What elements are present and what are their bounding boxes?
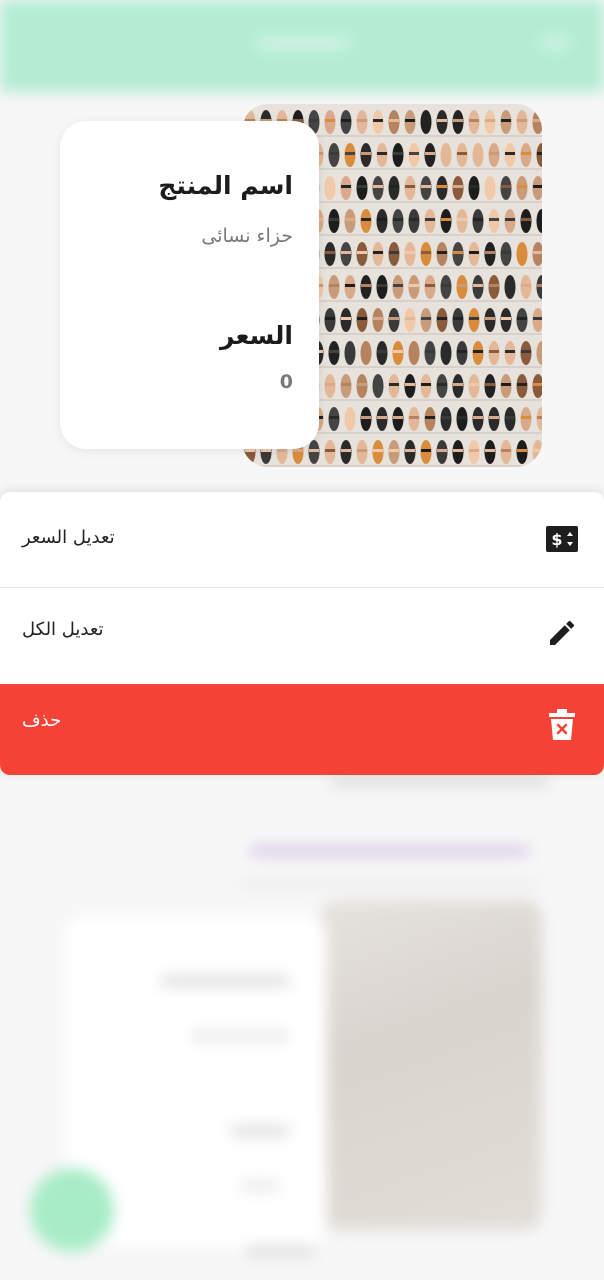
edit-all-label: تعديل الكل [22,619,104,640]
price-value: 0 [279,371,293,393]
delete-label: حذف [22,710,62,731]
edit-price-button[interactable]: تعديل السعر $ [0,492,604,587]
product-name-value: حزاء نسائى [201,225,293,247]
price-label: السعر [219,321,293,350]
delete-button[interactable]: حذف [0,684,604,775]
trash-icon [545,708,579,742]
svg-text:$: $ [551,530,562,549]
app-bar [0,0,604,92]
add-product-fab[interactable] [30,1168,114,1252]
pencil-icon [545,616,579,650]
edit-all-button[interactable]: تعديل الكل [0,588,604,684]
edit-price-label: تعديل السعر [22,527,115,548]
product-info-card: اسم المنتج حزاء نسائى السعر 0 [60,121,319,449]
product-actions-sheet: تعديل السعر $ تعديل الكل حذف [0,492,604,775]
product-name-label: اسم المنتج [158,171,293,200]
price-tag-icon: $ [545,522,579,556]
